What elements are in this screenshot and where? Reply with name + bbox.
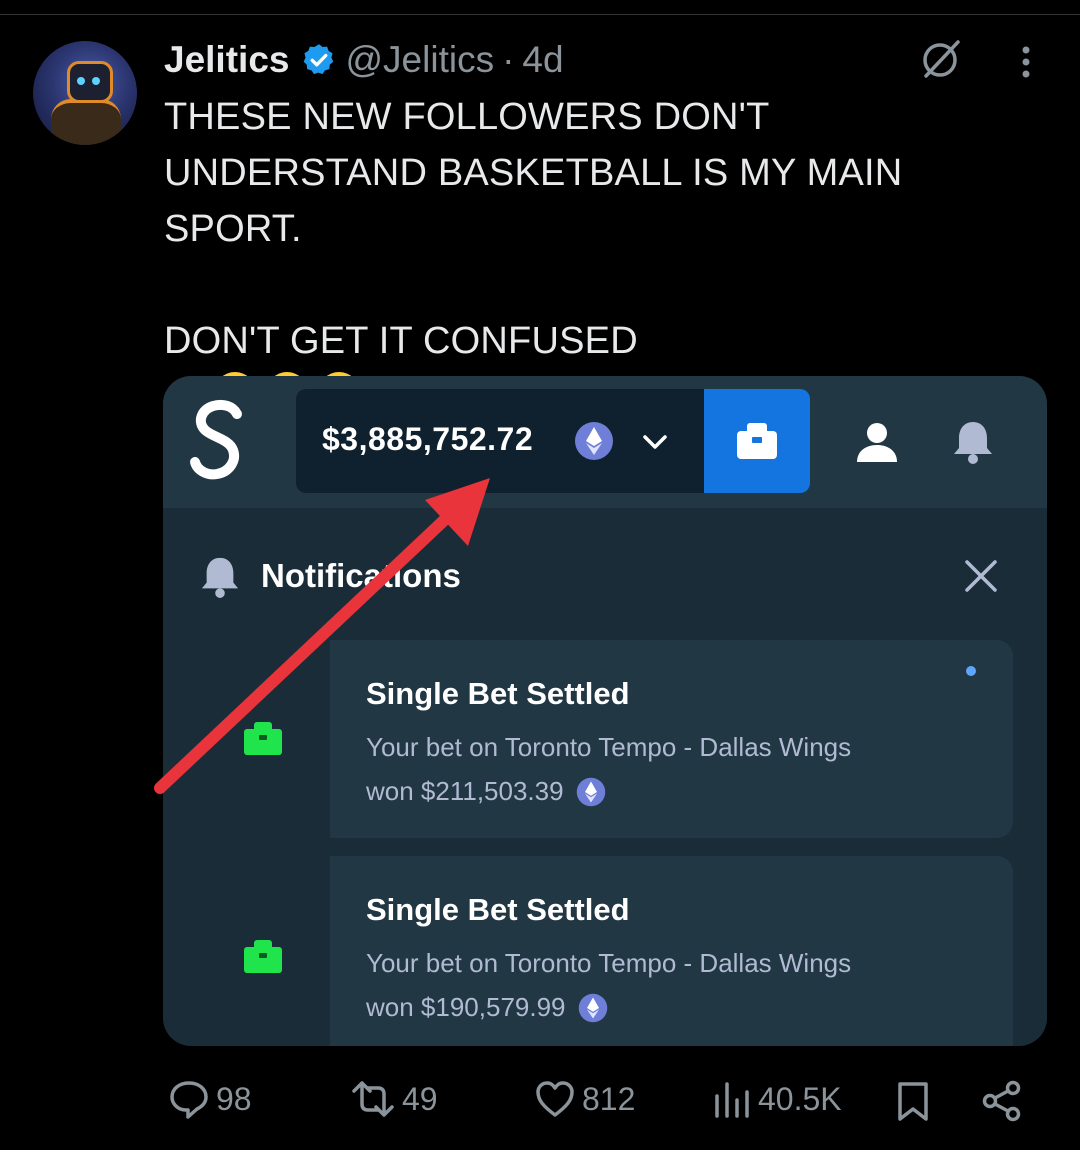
reply-icon — [170, 1081, 208, 1119]
views-button[interactable]: 40.5K — [712, 1078, 842, 1120]
tweet-media-image[interactable]: $3,885,752.72 Notifications Single Bet S… — [163, 376, 1047, 1046]
chevron-down-icon — [643, 435, 667, 449]
reply-button[interactable]: 98 — [168, 1078, 252, 1120]
tweet-text-line2: DON'T GET IT CONFUSED — [164, 320, 638, 362]
notification-icon-column — [197, 640, 330, 838]
notification-amount: won $190,579.99 — [366, 992, 608, 1023]
balance-amount: $3,885,752.72 — [322, 421, 534, 457]
unread-indicator — [966, 666, 976, 676]
notification-amount-text: won $211,503.39 — [366, 776, 564, 806]
wallet-icon — [244, 940, 282, 973]
notification-title: Single Bet Settled — [366, 892, 630, 927]
views-count: 40.5K — [758, 1080, 842, 1117]
tweet-text-line: THESE NEW FOLLOWERS DON'T — [164, 96, 770, 138]
avatar-head — [67, 61, 113, 103]
like-count: 812 — [582, 1080, 636, 1117]
stake-logo — [190, 399, 242, 480]
notification-content: Single Bet Settled Your bet on Toronto T… — [330, 640, 1013, 838]
tweet-actions: 98 49 812 40.5K — [0, 1072, 1080, 1132]
notification-icon-column — [197, 856, 330, 1046]
like-button[interactable]: 812 — [534, 1078, 635, 1120]
author-handle[interactable]: @Jelitics — [345, 39, 494, 81]
app-topbar: $3,885,752.72 — [163, 376, 1047, 508]
share-button[interactable] — [982, 1080, 1028, 1122]
repost-icon — [352, 1081, 394, 1117]
balance-selector[interactable]: $3,885,752.72 — [296, 389, 706, 493]
ethereum-icon — [576, 777, 605, 806]
tweet-text-line: UNDERSTAND BASKETBALL IS MY MAIN — [164, 152, 903, 194]
heart-icon — [536, 1081, 574, 1117]
notification-item[interactable]: Single Bet Settled Your bet on Toronto T… — [197, 640, 1013, 838]
avatar-body — [51, 99, 121, 145]
repost-count: 49 — [402, 1080, 438, 1117]
wallet-icon — [244, 722, 282, 755]
ethereum-icon — [575, 422, 613, 460]
close-icon[interactable] — [961, 556, 1001, 596]
timestamp[interactable]: 4d — [522, 39, 563, 81]
tweet-text-line: SPORT. — [164, 208, 302, 250]
reply-count: 98 — [216, 1080, 252, 1117]
notifications-title: Notifications — [261, 557, 461, 594]
wallet-icon — [737, 423, 777, 459]
repost-button[interactable]: 49 — [350, 1078, 438, 1120]
separator-dot: · — [502, 39, 515, 80]
notification-content: Single Bet Settled Your bet on Toronto T… — [330, 856, 1013, 1046]
bell-icon — [201, 557, 239, 598]
divider — [0, 14, 1080, 15]
notification-body: Your bet on Toronto Tempo - Dallas Wings — [366, 732, 852, 762]
notifications-header: Notifications — [199, 551, 461, 601]
avatar-eye — [92, 77, 100, 85]
notification-item[interactable]: Single Bet Settled Your bet on Toronto T… — [197, 856, 1013, 1046]
notification-amount: won $211,503.39 — [366, 776, 606, 807]
notification-body: Your bet on Toronto Tempo - Dallas Wings — [366, 948, 852, 978]
verified-badge-icon — [304, 44, 334, 75]
share-icon — [982, 1080, 1021, 1122]
notification-title: Single Bet Settled — [366, 676, 630, 711]
user-profile-icon[interactable] — [855, 420, 899, 464]
wallet-button[interactable] — [704, 389, 810, 493]
views-icon — [715, 1082, 749, 1118]
avatar-eye — [77, 77, 85, 85]
bell-icon[interactable] — [951, 418, 995, 464]
ethereum-icon — [578, 993, 607, 1022]
author-name[interactable]: Jelitics — [164, 39, 289, 81]
avatar[interactable] — [33, 41, 137, 145]
bookmark-icon — [898, 1082, 928, 1121]
more-options-icon[interactable] — [1014, 44, 1038, 84]
bookmark-button[interactable] — [894, 1080, 938, 1122]
tweet-header: Jelitics @Jelitics · 4d — [164, 38, 564, 82]
notification-amount-text: won $190,579.99 — [366, 992, 566, 1022]
grok-icon[interactable] — [918, 36, 964, 82]
